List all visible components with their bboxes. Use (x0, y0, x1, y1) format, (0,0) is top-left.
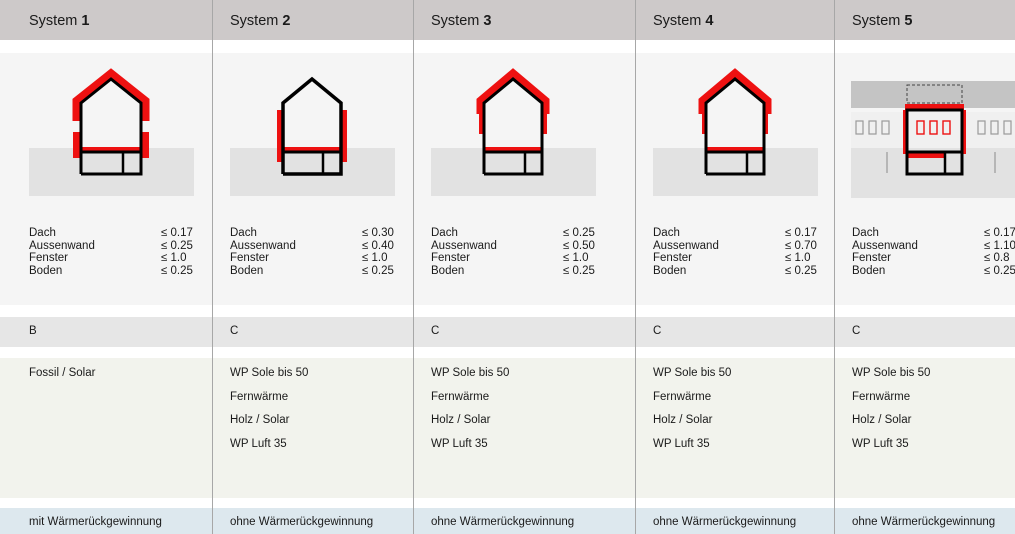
heating-list: Fossil / Solar (29, 367, 95, 391)
system-title: System 1 (29, 13, 90, 29)
heating-list: WP Sole bis 50 Fernwärme Holz / Solar WP… (852, 367, 930, 461)
heating-item: Fernwärme (852, 390, 911, 403)
ground-block (653, 148, 818, 196)
ground-block (230, 148, 395, 196)
column-divider (413, 0, 414, 534)
column-divider (212, 0, 213, 534)
efficiency-class: C (653, 325, 662, 337)
ground-block (29, 148, 194, 196)
system-title: System 3 (431, 13, 492, 29)
heating-item: WP Sole bis 50 (852, 367, 931, 379)
heating-item: WP Luft 35 (653, 437, 710, 450)
heating-list: WP Sole bis 50 Fernwärme Holz / Solar WP… (431, 367, 509, 461)
heating-item: Fernwärme (653, 390, 712, 403)
heating-item: Holz / Solar (230, 414, 290, 426)
heating-item: Fernwärme (230, 390, 289, 403)
efficiency-class: C (852, 325, 861, 337)
heating-item: Holz / Solar (653, 414, 713, 426)
ventilation-text: ohne Wärmerückgewinnung (230, 516, 374, 528)
ventilation-text: ohne Wärmerückgewinnung (431, 516, 575, 528)
heating-item: Holz / Solar (852, 414, 912, 426)
heating-item: WP Sole bis 50 (431, 367, 510, 379)
ventilation-text: mit Wärmerückgewinnung (29, 516, 162, 528)
house-section-diagram-system-1 (29, 68, 194, 196)
system-title: System 2 (230, 13, 291, 29)
efficiency-class: B (29, 325, 37, 337)
heating-item: Holz / Solar (431, 414, 491, 426)
column-divider (635, 0, 636, 534)
heating-item: WP Sole bis 50 (653, 367, 732, 379)
house-section-diagram-system-4 (653, 68, 818, 196)
heating-item: WP Luft 35 (852, 437, 909, 450)
heating-item: Fernwärme (431, 390, 490, 403)
efficiency-class: C (230, 325, 239, 337)
system-title: System 5 (852, 13, 913, 29)
system-title: System 4 (653, 13, 714, 29)
house-section-diagram-system-3 (431, 68, 596, 196)
heating-list: WP Sole bis 50 Fernwärme Holz / Solar WP… (230, 367, 308, 461)
efficiency-class: C (431, 325, 440, 337)
house-section-diagram-system-2 (230, 76, 395, 196)
heating-list: WP Sole bis 50 Fernwärme Holz / Solar WP… (653, 367, 731, 461)
heating-item: WP Luft 35 (431, 437, 488, 450)
row-house-section-diagram-system-5 (851, 81, 1015, 198)
ventilation-text: ohne Wärmerückgewinnung (852, 516, 996, 528)
heating-item: Fossil / Solar (29, 367, 96, 379)
ventilation-text: ohne Wärmerückgewinnung (653, 516, 797, 528)
heating-item: WP Luft 35 (230, 437, 287, 450)
heating-item: WP Sole bis 50 (230, 367, 309, 379)
system-column-5: System 5 Dach ≤ 0.17 Aussenwand ≤ 1.10 F… (835, 0, 1015, 534)
ground-block (431, 148, 596, 196)
